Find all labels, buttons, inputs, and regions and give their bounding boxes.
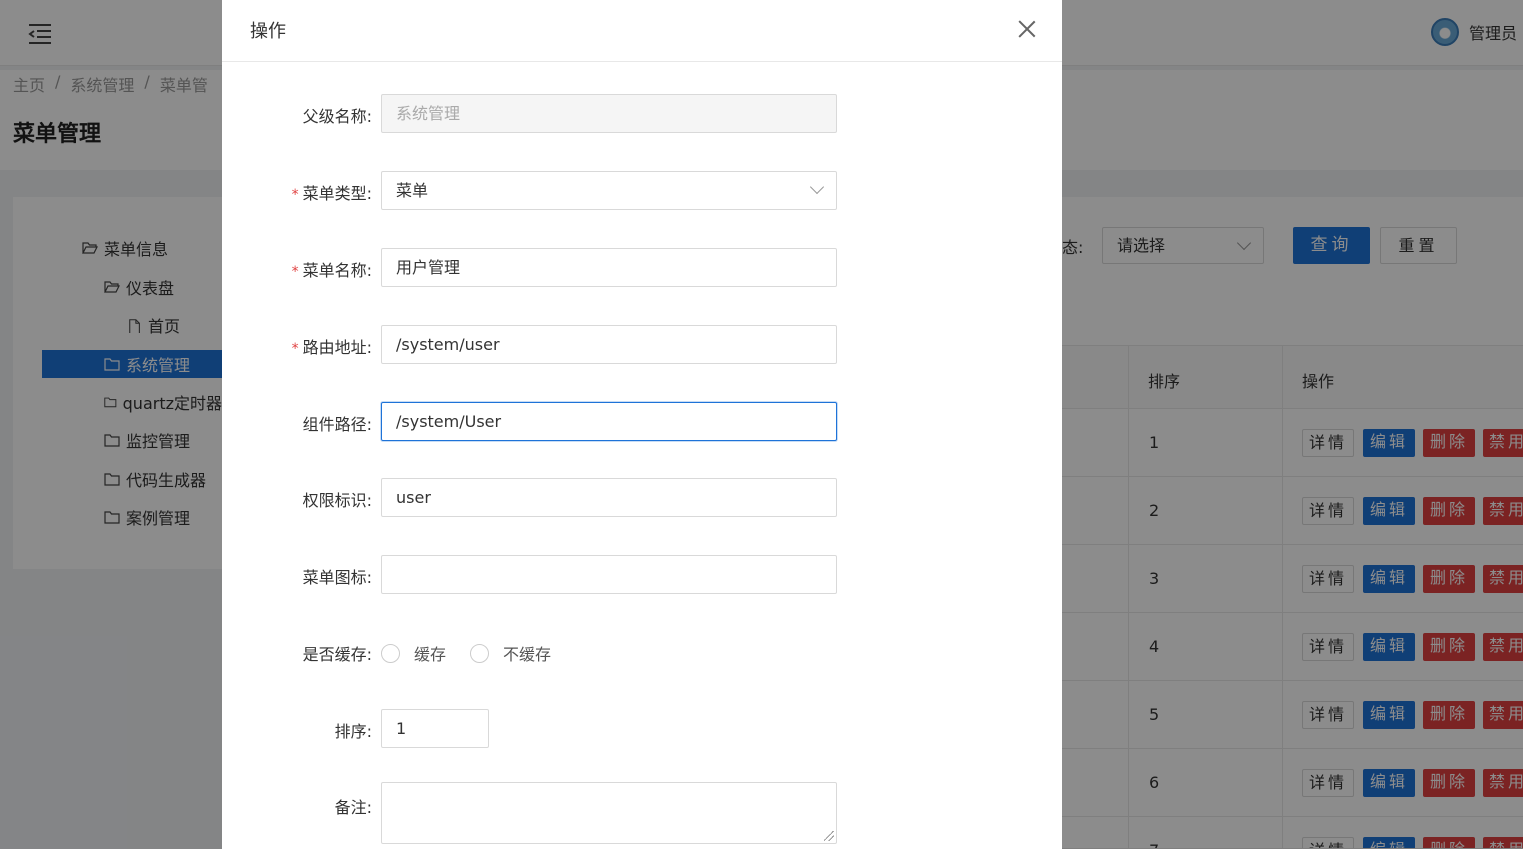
route-label-text: 路由地址: xyxy=(302,338,372,357)
required-mark: * xyxy=(291,341,299,357)
route-input[interactable]: /system/user xyxy=(381,325,837,364)
form-row-remark: 备注: xyxy=(222,782,1062,846)
menu-type-label: * 菜单类型: xyxy=(292,180,372,204)
remark-label: 备注: xyxy=(334,798,372,817)
form-row-sort: 排序: 1 xyxy=(222,709,1062,749)
form-row-icon: 菜单图标: xyxy=(222,555,1062,595)
required-mark: * xyxy=(291,264,299,280)
no-cache-option-label[interactable]: 不缓存 xyxy=(503,641,551,665)
icon-label: 菜单图标: xyxy=(302,568,372,587)
required-mark: * xyxy=(291,187,299,203)
cache-radio[interactable] xyxy=(381,643,400,663)
parent-name-label: 父级名称: xyxy=(302,107,372,126)
component-label: 组件路径: xyxy=(302,415,372,434)
menu-type-label-text: 菜单类型: xyxy=(302,184,372,203)
route-label: * 路由地址: xyxy=(292,334,372,358)
resize-grip-icon[interactable] xyxy=(824,831,834,841)
form-row-menu-name: * 菜单名称: 用户管理 xyxy=(222,248,1062,288)
menu-name-input[interactable]: 用户管理 xyxy=(381,248,837,287)
dialog-title: 操作 xyxy=(250,21,286,42)
form-row-menu-type: * 菜单类型: 菜单 xyxy=(222,171,1062,211)
menu-type-select[interactable]: 菜单 xyxy=(381,171,837,210)
remark-textarea[interactable] xyxy=(381,782,837,844)
menu-name-label: * 菜单名称: xyxy=(292,257,372,281)
menu-type-value: 菜单 xyxy=(396,181,429,200)
cache-option-label[interactable]: 缓存 xyxy=(414,641,446,665)
no-cache-radio[interactable] xyxy=(470,643,490,663)
close-icon[interactable] xyxy=(1018,20,1036,38)
form-row-cache: 是否缓存: 缓存 不缓存 xyxy=(222,632,1062,672)
menu-icon-input[interactable] xyxy=(381,555,837,594)
component-path-input[interactable]: /system/User xyxy=(381,402,837,441)
form-row-component: 组件路径: /system/User xyxy=(222,402,1062,442)
menu-edit-dialog: 操作 父级名称: 系统管理 * 菜单类型: 菜单 * 菜单名称: 用户管理 * 路由地… xyxy=(222,0,1062,849)
menu-name-label-text: 菜单名称: xyxy=(302,261,372,280)
dialog-header: 操作 xyxy=(222,0,1062,62)
chevron-down-icon xyxy=(809,179,825,195)
cache-label: 是否缓存: xyxy=(302,645,372,664)
permission-input[interactable]: user xyxy=(381,478,837,517)
parent-name-input: 系统管理 xyxy=(381,94,837,133)
form-row-route: * 路由地址: /system/user xyxy=(222,325,1062,365)
sort-input[interactable]: 1 xyxy=(381,709,489,748)
sort-label: 排序: xyxy=(334,722,372,741)
form-row-parent-name: 父级名称: 系统管理 xyxy=(222,94,1062,134)
cache-radio-group: 缓存 不缓存 xyxy=(381,641,575,665)
form-row-permission: 权限标识: user xyxy=(222,478,1062,518)
permission-label: 权限标识: xyxy=(302,491,372,510)
